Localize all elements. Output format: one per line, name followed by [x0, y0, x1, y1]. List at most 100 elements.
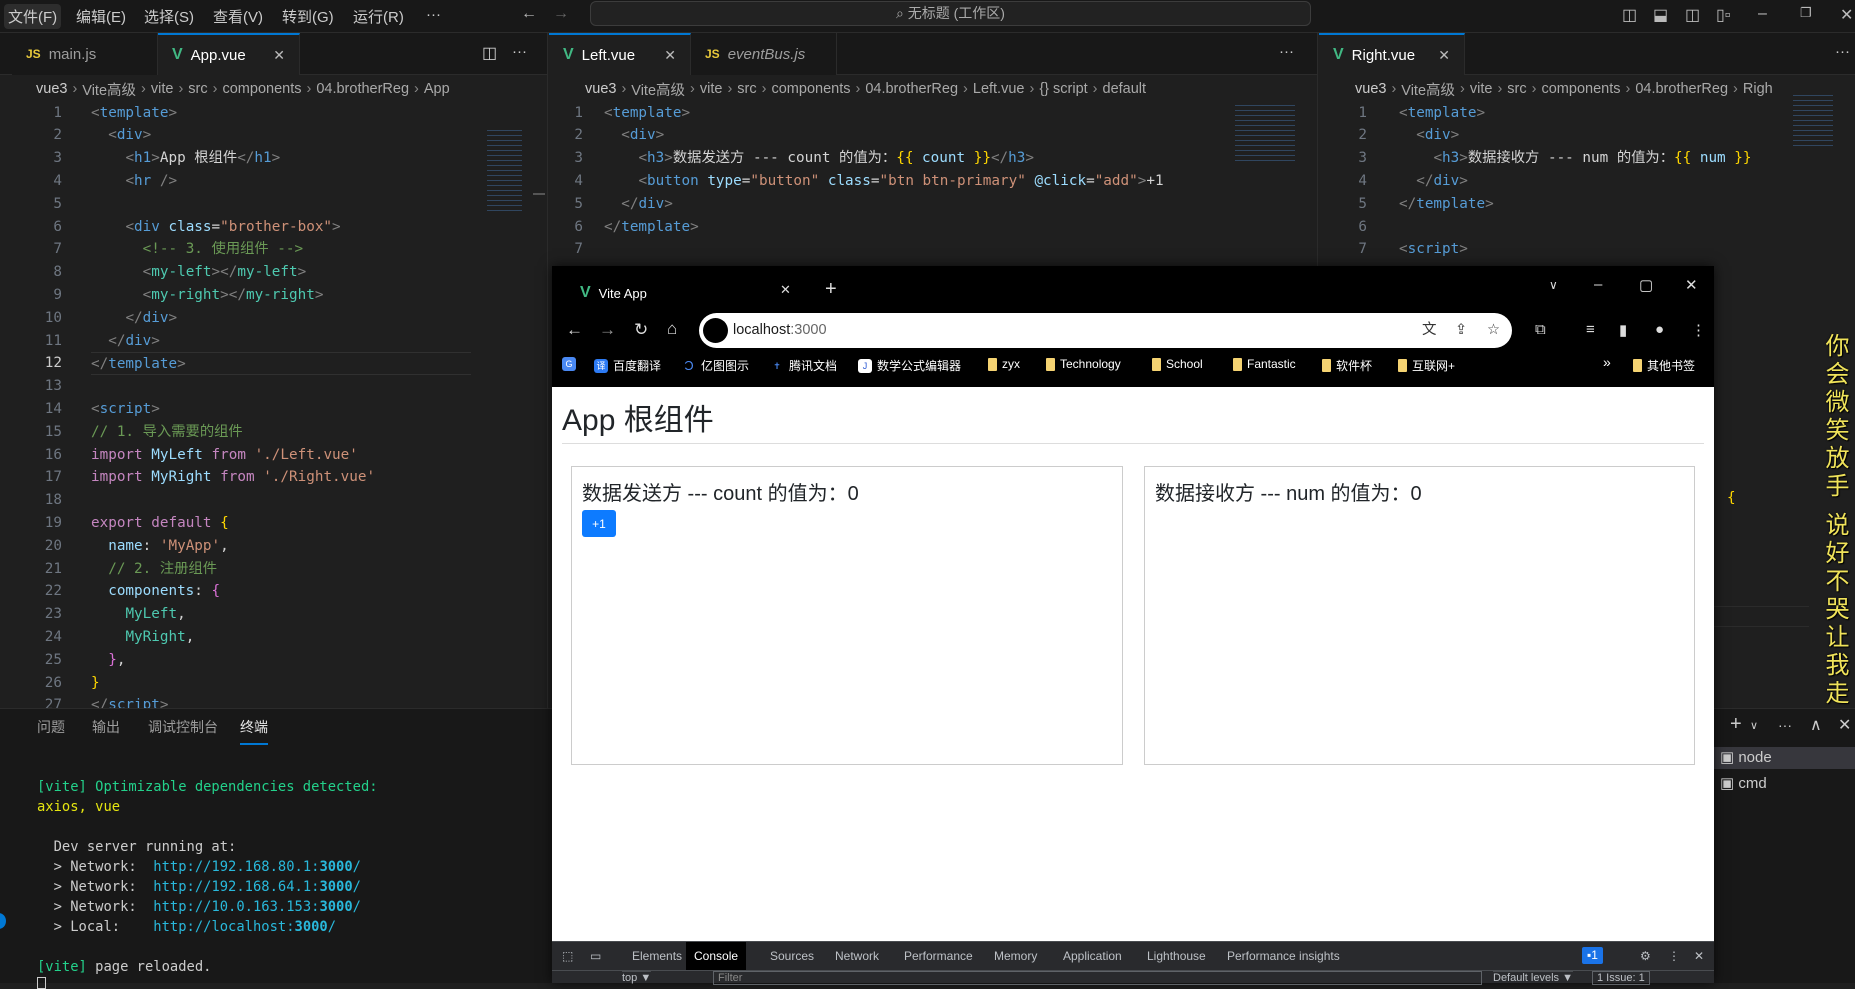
terminal-text[interactable]: /: [353, 899, 361, 915]
code-line[interactable]: 6: [1319, 216, 1855, 239]
browser-tab-vite-app[interactable]: V Vite App: [564, 276, 804, 310]
panel-tab-debug-console[interactable]: 调试控制台: [148, 717, 218, 737]
code-line[interactable]: 13: [0, 375, 547, 398]
menu-file[interactable]: 文件(F): [4, 4, 62, 29]
code-line[interactable]: 15 // 1. 导入需要的组件: [0, 421, 547, 444]
breadcrumb-item[interactable]: Vite高级: [631, 79, 685, 100]
code-line[interactable]: 18: [0, 489, 547, 512]
close-tab-icon[interactable]: ✕: [664, 47, 676, 64]
breadcrumb-item[interactable]: vue3: [1355, 81, 1386, 97]
menu-go[interactable]: 转到(G): [278, 4, 338, 29]
profile-avatar-icon[interactable]: ●: [1655, 321, 1664, 338]
reload-icon[interactable]: ↻: [634, 320, 648, 340]
back-icon[interactable]: ←: [566, 320, 583, 340]
bookmark-star-icon[interactable]: ☆: [1487, 313, 1500, 348]
close-window-icon[interactable]: ✕: [1685, 276, 1698, 294]
code-line[interactable]: 1 <template>: [1319, 102, 1855, 125]
breadcrumb-item[interactable]: components: [1541, 81, 1620, 97]
breadcrumb-item[interactable]: {} script: [1039, 81, 1087, 97]
code-line[interactable]: 20 name: 'MyApp',: [0, 535, 547, 558]
tab-search-chevron-icon[interactable]: ∨: [1549, 278, 1558, 292]
site-info-icon[interactable]: [703, 318, 728, 343]
devtools-tab-console[interactable]: Console: [686, 942, 747, 970]
terminal-text[interactable]: http://192.168.64.1:: [153, 879, 319, 895]
breadcrumb-item[interactable]: vue3: [585, 81, 616, 97]
breadcrumb-item[interactable]: Left.vue: [973, 81, 1025, 97]
bookmark-folder-technology[interactable]: Technology: [1046, 357, 1121, 371]
code-line[interactable]: 26}: [0, 672, 547, 695]
breadcrumb-item[interactable]: default: [1103, 81, 1147, 97]
code-line[interactable]: 27 </script>: [0, 694, 547, 708]
more-actions-icon[interactable]: ···: [512, 43, 527, 60]
increment-button[interactable]: +1: [582, 510, 616, 537]
code-line[interactable]: 25 },: [0, 649, 547, 672]
tab-right-vue[interactable]: V Right.vue ✕: [1319, 33, 1465, 75]
forward-icon[interactable]: →: [599, 320, 616, 340]
back-arrow-icon[interactable]: ←: [521, 5, 537, 23]
bookmark-tencent-docs[interactable]: ✝ 腾讯文档: [770, 357, 837, 374]
home-icon[interactable]: ⌂: [667, 319, 677, 339]
bookmark-edraw[interactable]: Ͻ 亿图图示: [682, 357, 749, 374]
code-line[interactable]: 2 <div>: [0, 124, 547, 147]
breadcrumb-item[interactable]: components: [222, 81, 301, 97]
breadcrumb-item[interactable]: Vite高级: [1401, 79, 1455, 100]
devtools-tab-sources[interactable]: Sources: [762, 942, 822, 970]
bookmark-folder-other[interactable]: 其他书签: [1633, 357, 1695, 374]
terminal-text[interactable]: 3000: [319, 859, 352, 875]
code-line[interactable]: 4 <hr />: [0, 170, 547, 193]
terminal-text[interactable]: http://localhost:: [153, 919, 294, 935]
breadcrumb-item[interactable]: Vite高级: [82, 79, 136, 100]
breadcrumb-item[interactable]: src: [1507, 81, 1526, 97]
code-line[interactable]: 1 <template>: [0, 102, 547, 125]
menu-view[interactable]: 查看(V): [209, 4, 267, 29]
breadcrumb-item[interactable]: 04.brotherReg: [316, 81, 409, 97]
address-bar[interactable]: localhost:3000 文 ⇪ ☆: [699, 313, 1512, 348]
toggle-panel-icon[interactable]: ⬓: [1653, 5, 1668, 25]
code-line[interactable]: 6 </template>: [549, 216, 1317, 239]
terminal-list-item-node[interactable]: ▣ node: [1714, 747, 1855, 769]
code-line[interactable]: 10 </div>: [0, 307, 547, 330]
minimap[interactable]: [1235, 103, 1295, 163]
translate-icon[interactable]: 文: [1422, 313, 1437, 348]
menu-run[interactable]: 运行(R): [349, 4, 408, 29]
devtools-tab-performance[interactable]: Performance: [896, 942, 981, 970]
menu-more[interactable]: ···: [422, 4, 445, 25]
code-line[interactable]: 16 import MyLeft from './Left.vue': [0, 444, 547, 467]
side-panel-icon[interactable]: ▮: [1619, 321, 1627, 339]
tab-left-vue[interactable]: V Left.vue ✕: [549, 33, 691, 75]
command-center-search[interactable]: ⌕ 无标题 (工作区): [590, 1, 1311, 26]
minimap[interactable]: [487, 128, 522, 213]
more-bookmarks-chevron[interactable]: »: [1603, 354, 1611, 370]
code-line[interactable]: 7 <!-- 3. 使用组件 -->: [0, 238, 547, 261]
maximize-icon[interactable]: ▢: [1639, 276, 1653, 294]
bookmark-folder-internet-plus[interactable]: 互联网+: [1398, 357, 1455, 374]
browser-menu-icon[interactable]: ⋮: [1691, 321, 1706, 339]
breadcrumb-item[interactable]: 04.brotherReg: [865, 81, 958, 97]
terminal-text[interactable]: http://10.0.163.153:: [153, 899, 319, 915]
notification-dot[interactable]: [0, 913, 6, 929]
code-line[interactable]: 6 <div class="brother-box">: [0, 216, 547, 239]
code-line[interactable]: 7 <script>: [1319, 238, 1855, 261]
forward-arrow-icon[interactable]: →: [553, 5, 569, 23]
issues-badge[interactable]: ▪1: [1582, 947, 1603, 964]
close-window-icon[interactable]: ✕: [1840, 5, 1853, 25]
bookmark-folder-school[interactable]: School: [1152, 357, 1203, 371]
devtools-tab-lighthouse[interactable]: Lighthouse: [1139, 942, 1214, 970]
terminal-profile-chevron-icon[interactable]: ∨: [1750, 719, 1758, 732]
terminal-text[interactable]: http://192.168.80.1:: [153, 859, 319, 875]
terminal-text[interactable]: /: [353, 879, 361, 895]
breadcrumb-item[interactable]: vue3: [36, 81, 67, 97]
maximize-panel-icon[interactable]: ∧: [1810, 715, 1822, 735]
scrollbar[interactable]: [533, 193, 545, 195]
tab-main-js[interactable]: JS main.js: [12, 33, 158, 75]
inspect-element-icon[interactable]: ⬚: [554, 942, 581, 970]
code-line[interactable]: 5 </template>: [1319, 193, 1855, 216]
code-line[interactable]: 11 </div>: [0, 330, 547, 353]
code-line[interactable]: 3 <h3>数据发送方 --- count 的值为：{{ count }}</h…: [549, 147, 1317, 170]
bookmark-folder-zyx[interactable]: zyx: [988, 357, 1020, 371]
panel-tab-problems[interactable]: 问题: [37, 717, 65, 737]
more-icon[interactable]: ···: [1778, 717, 1792, 733]
split-editor-icon[interactable]: ◫: [482, 43, 497, 63]
code-editor[interactable]: 1 <template> 2 <div> 3 <h1>App 根组件</h1> 4 <h…: [0, 102, 547, 708]
code-line[interactable]: 24 MyRight,: [0, 626, 547, 649]
